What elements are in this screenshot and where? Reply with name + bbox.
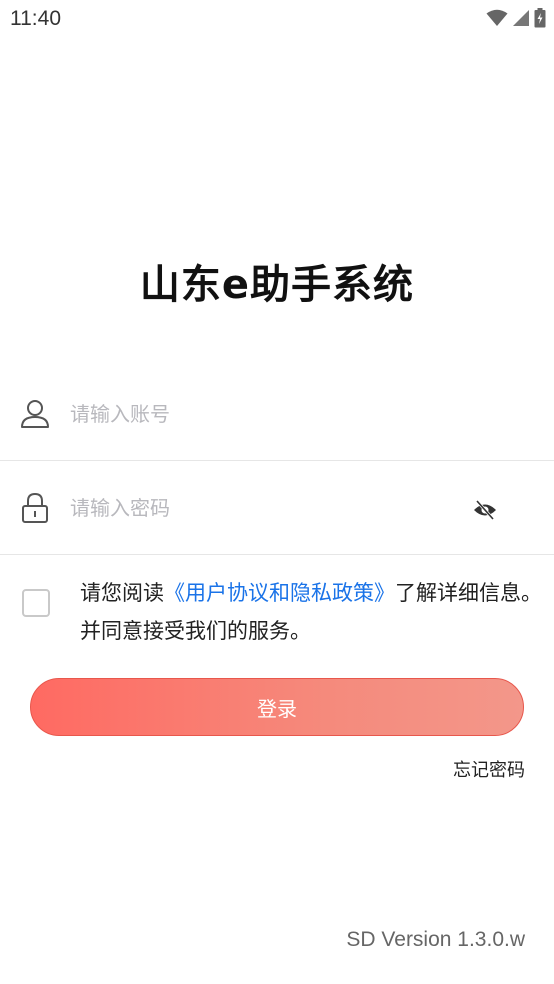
lock-icon: [22, 492, 48, 523]
version-label: SD Version 1.3.0.w: [346, 928, 525, 951]
password-input[interactable]: [70, 490, 450, 526]
signal-icon: [513, 10, 529, 26]
account-input[interactable]: [70, 396, 450, 432]
wifi-icon: [486, 9, 508, 26]
status-icons: [486, 8, 546, 28]
user-icon: [21, 400, 49, 428]
status-time: 11:40: [10, 7, 61, 30]
agreement-text: 请您阅读《用户协议和隐私政策》了解详细信息。并同意接受我们的服务。: [80, 574, 554, 650]
agreement-prefix: 请您阅读: [80, 581, 164, 605]
agreement-checkbox[interactable]: [22, 589, 50, 617]
eye-off-icon[interactable]: [472, 499, 498, 521]
login-button[interactable]: 登录: [30, 678, 524, 736]
forgot-password-link[interactable]: 忘记密码: [453, 756, 525, 782]
status-bar: 11:40: [0, 0, 554, 38]
battery-charging-icon: [534, 8, 546, 28]
account-field-row: [0, 368, 554, 461]
password-field-row: [0, 462, 554, 555]
app-title: 山东e助手系统: [139, 262, 415, 308]
agreement-link[interactable]: 《用户协议和隐私政策》: [164, 581, 395, 605]
